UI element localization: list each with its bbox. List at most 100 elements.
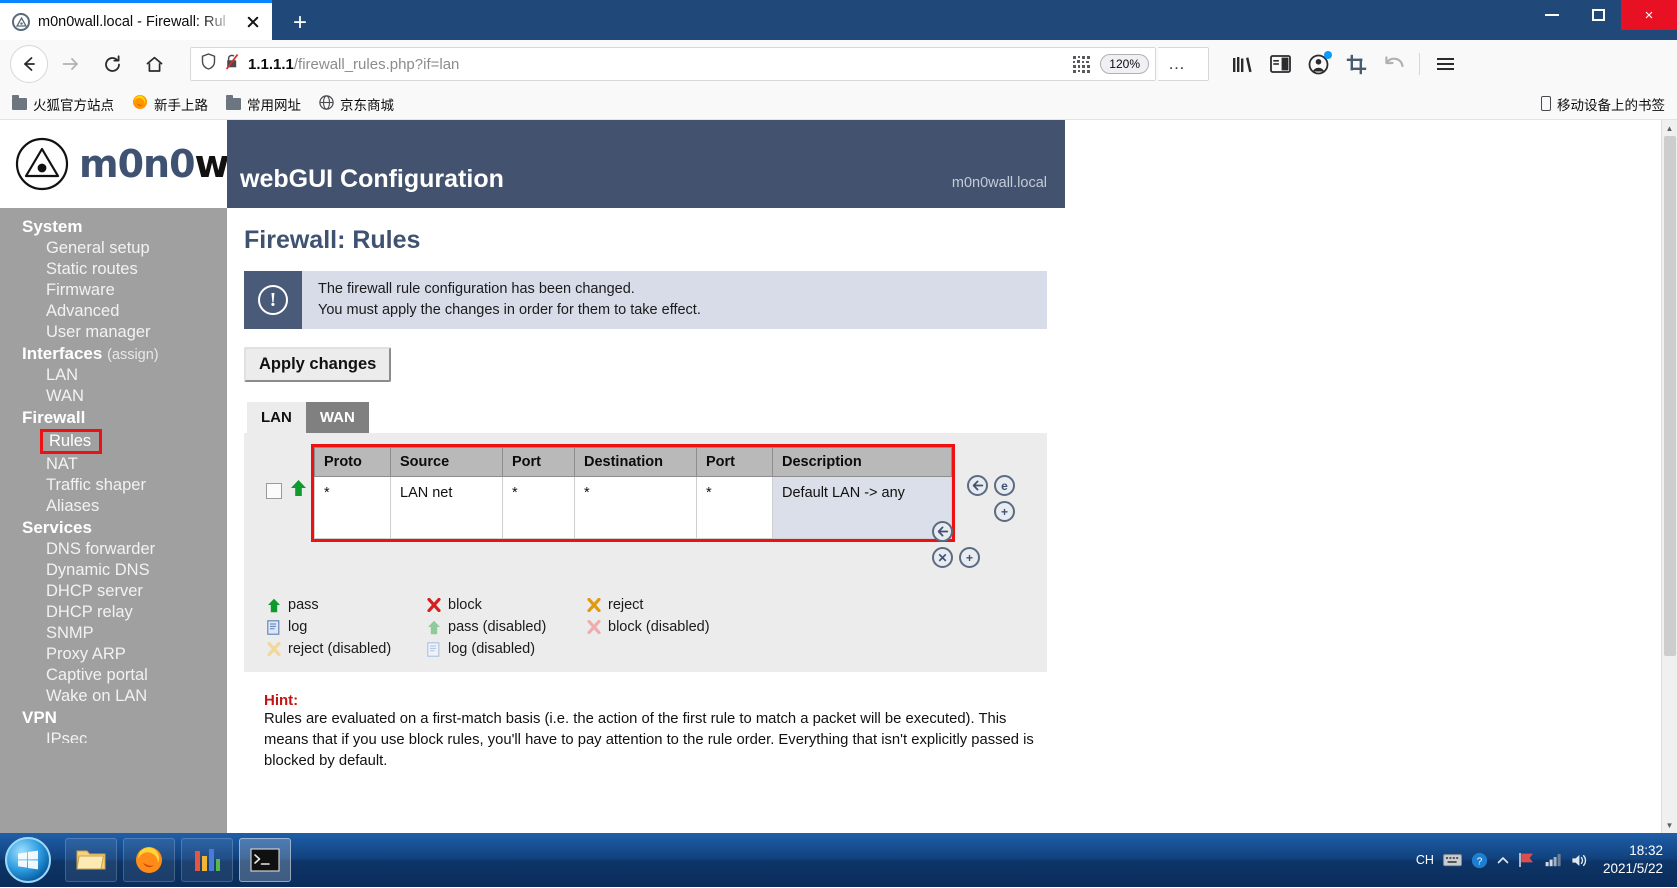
scroll-up-arrow-icon[interactable]: ▲	[1662, 120, 1677, 136]
broken-lock-icon[interactable]	[224, 53, 240, 75]
mobile-bookmarks-item[interactable]: 移动设备上的书签	[1541, 94, 1665, 114]
svg-text:?: ?	[1477, 856, 1483, 867]
bookmark-item-3[interactable]: 京东商城	[319, 94, 394, 114]
bookmark-item-0[interactable]: 火狐官方站点	[12, 94, 114, 114]
sidebar-item-lan[interactable]: LAN	[0, 365, 227, 386]
legend-block: block	[426, 594, 586, 616]
sidebar-item-ipsec[interactable]: IPsec	[0, 729, 227, 743]
sidebar-item-nat[interactable]: NAT	[0, 454, 227, 475]
legend-label: block	[448, 597, 482, 613]
browser-tab[interactable]: m0n0wall.local - Firewall: Rul	[0, 0, 272, 40]
chevron-up-icon[interactable]	[1497, 856, 1509, 865]
sidebar-item-static-routes[interactable]: Static routes	[0, 259, 227, 280]
sidebar-item-snmp[interactable]: SNMP	[0, 623, 227, 644]
sidebar-item-traffic-shaper[interactable]: Traffic shaper	[0, 475, 227, 496]
tab-lan[interactable]: LAN	[247, 402, 306, 433]
page-scrollbar[interactable]: ▲ ▼	[1661, 120, 1677, 833]
sidebar-item-dhcp-server[interactable]: DHCP server	[0, 581, 227, 602]
bookmark-item-2[interactable]: 常用网址	[226, 94, 301, 114]
window-minimize-button[interactable]	[1529, 0, 1575, 30]
legend-reject: reject	[586, 594, 746, 616]
network-icon[interactable]	[1545, 853, 1562, 867]
account-icon[interactable]	[1305, 51, 1332, 77]
sidebar-item-dhcp-relay[interactable]: DHCP relay	[0, 602, 227, 623]
sidebar-item-user-manager[interactable]: User manager	[0, 322, 227, 343]
input-method-icon[interactable]: ?	[1471, 852, 1488, 869]
legend-label: reject	[608, 597, 644, 613]
sidebar-item-advanced[interactable]: Advanced	[0, 301, 227, 322]
address-bar[interactable]: 1.1.1.1/firewall_rules.php?if=lan 120%	[190, 47, 1156, 81]
legend-label: reject (disabled)	[288, 641, 392, 657]
sidebar-item-aliases[interactable]: Aliases	[0, 496, 227, 517]
taskbar-app-file-explorer[interactable]	[65, 838, 117, 882]
sidebar-icon[interactable]	[1267, 51, 1293, 77]
taskbar-app-firefox[interactable]	[123, 838, 175, 882]
rule-select-checkbox[interactable]	[266, 483, 282, 499]
cell-destination: *	[574, 476, 697, 539]
scroll-down-arrow-icon[interactable]: ▼	[1662, 817, 1677, 833]
windows-start-orb[interactable]	[5, 837, 51, 883]
sidebar-item-dns-forwarder[interactable]: DNS forwarder	[0, 539, 227, 560]
folder-icon	[12, 94, 27, 110]
forward-button[interactable]	[50, 44, 90, 84]
red-x-disabled-icon	[586, 620, 601, 635]
tab-wan[interactable]: WAN	[305, 402, 369, 433]
windows-taskbar: CH ? 18:32 2021/5/22	[0, 833, 1677, 887]
edit-rule-icon[interactable]: e	[994, 475, 1015, 496]
sidebar-menu: System General setup Static routes Firmw…	[0, 208, 227, 833]
legend-label: pass (disabled)	[448, 619, 547, 635]
address-bar-trailing-buttons: …	[1158, 47, 1209, 81]
globe-icon	[319, 94, 334, 113]
sidebar-item-wake-on-lan[interactable]: Wake on LAN	[0, 686, 227, 707]
hamburger-menu-icon[interactable]	[1432, 51, 1458, 77]
sidebar-assign-link[interactable]: (assign)	[107, 347, 159, 363]
window-close-button[interactable]: ×	[1621, 0, 1677, 30]
green-up-arrow-disabled-icon	[426, 620, 441, 635]
page-header-band: webGUI Configuration m0n0wall.local	[227, 120, 1065, 208]
flag-icon[interactable]	[1518, 852, 1536, 868]
page-actions-icon[interactable]: …	[1168, 54, 1186, 74]
qr-code-icon[interactable]	[1073, 55, 1091, 73]
sidebar-item-firmware[interactable]: Firmware	[0, 280, 227, 301]
back-button[interactable]	[10, 45, 48, 83]
library-icon[interactable]	[1229, 51, 1255, 77]
sidebar-item-captive-portal[interactable]: Captive portal	[0, 665, 227, 686]
add-rule-icon[interactable]: +	[994, 501, 1015, 522]
tab-close-icon[interactable]	[242, 11, 264, 33]
sidebar-item-wan[interactable]: WAN	[0, 386, 227, 407]
m0n0wall-favicon	[12, 12, 30, 31]
sidebar-item-proxy-arp[interactable]: Proxy ARP	[0, 644, 227, 665]
add-new-rule-icon[interactable]: +	[959, 547, 980, 568]
legend-block-disabled: block (disabled)	[586, 616, 746, 638]
apply-changes-button[interactable]: Apply changes	[244, 347, 392, 382]
legend-log-disabled: log (disabled)	[426, 638, 586, 660]
screenshot-crop-icon[interactable]	[1343, 51, 1369, 77]
undo-arrow-icon[interactable]	[1381, 51, 1407, 77]
reload-button[interactable]	[92, 44, 132, 84]
window-maximize-button[interactable]	[1575, 0, 1621, 30]
tracking-protection-shield-icon[interactable]	[201, 53, 216, 75]
new-tab-button[interactable]: +	[272, 6, 328, 40]
legend-reject-disabled: reject (disabled)	[266, 638, 426, 660]
bookmark-item-1[interactable]: 新手上路	[132, 94, 208, 114]
taskbar-app-terminal[interactable]	[239, 838, 291, 882]
home-button[interactable]	[134, 44, 174, 84]
table-row[interactable]: * LAN net * * * Default LAN -> any	[314, 476, 952, 539]
volume-icon[interactable]	[1571, 853, 1588, 868]
move-selected-icon[interactable]	[932, 521, 953, 542]
move-rule-icon[interactable]	[967, 475, 988, 496]
orange-x-icon	[586, 598, 601, 613]
taskbar-app-colored[interactable]	[181, 838, 233, 882]
ime-indicator[interactable]: CH	[1416, 853, 1434, 867]
sidebar-item-rules[interactable]: Rules	[40, 429, 103, 454]
zoom-level-badge[interactable]: 120%	[1100, 54, 1149, 74]
table-header-row: Proto Source Port Destination Port Descr…	[314, 447, 952, 477]
sidebar-item-general-setup[interactable]: General setup	[0, 238, 227, 259]
keyboard-icon[interactable]	[1443, 853, 1462, 867]
taskbar-clock[interactable]: 18:32 2021/5/22	[1597, 842, 1663, 878]
scrollbar-thumb[interactable]	[1664, 136, 1676, 656]
url-path: /firewall_rules.php?if=lan	[293, 55, 460, 73]
delete-selected-icon[interactable]: ✕	[932, 547, 953, 568]
sidebar-item-dynamic-dns[interactable]: Dynamic DNS	[0, 560, 227, 581]
table-actions-line-2: ✕ +	[932, 547, 1047, 568]
